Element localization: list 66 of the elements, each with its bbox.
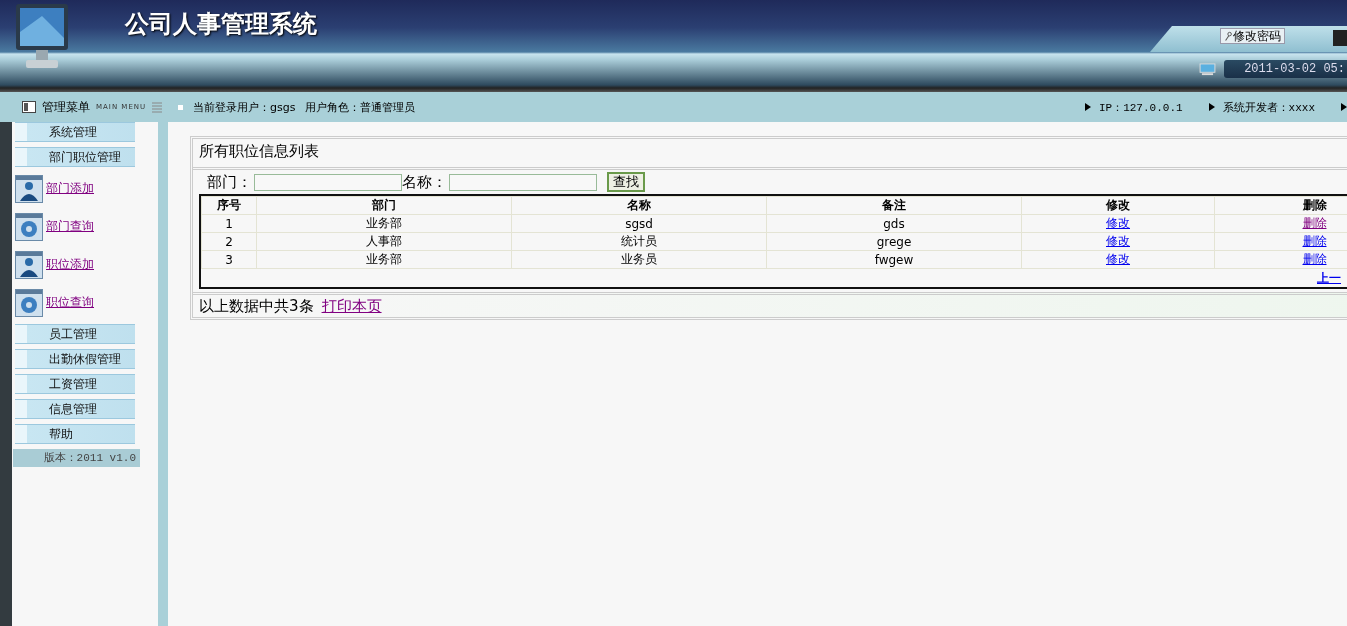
current-user: 当前登录用户：gsgs: [193, 99, 296, 115]
person-icon: [15, 250, 43, 279]
delete-link[interactable]: 删除: [1302, 216, 1327, 230]
search-field[interactable]: [449, 173, 597, 191]
key-icon: [1224, 30, 1232, 42]
search-label: 名称：: [402, 172, 447, 192]
menu-group[interactable]: 帮助: [15, 424, 135, 444]
table-cell: 1: [201, 214, 257, 233]
gear-icon: [15, 212, 43, 241]
gear-icon: [15, 288, 43, 317]
edit-link[interactable]: 修改: [1106, 234, 1130, 248]
column-header: 部门: [256, 196, 512, 215]
menu-group[interactable]: 员工管理: [15, 324, 135, 344]
logout-button[interactable]: [1333, 30, 1347, 46]
menu-link[interactable]: 部门查询: [46, 218, 94, 235]
datetime-display: 2011-03-02 05:: [1224, 60, 1347, 78]
column-header: 删除: [1214, 196, 1347, 215]
system-title: 公司人事管理系统: [125, 9, 317, 40]
edit-link[interactable]: 修改: [1106, 252, 1130, 266]
table-cell: 业务员: [511, 250, 767, 269]
change-password-button[interactable]: 修改密码: [1220, 28, 1285, 44]
search-button[interactable]: 查找: [607, 172, 645, 192]
column-header: 修改: [1021, 196, 1215, 215]
ip-address: IP：127.0.0.1: [1098, 100, 1183, 115]
table-cell: 统计员: [511, 232, 767, 251]
panel-title: 所有职位信息列表: [193, 139, 1347, 170]
lines-icon: [152, 101, 163, 113]
search-field[interactable]: [254, 173, 402, 191]
table-cell: sgsd: [511, 214, 767, 233]
table-cell: fwgew: [766, 250, 1022, 269]
person-icon: [15, 174, 43, 203]
menu-link[interactable]: 职位查询: [46, 294, 94, 311]
delete-link[interactable]: 删除: [1302, 252, 1327, 266]
computer-icon: [1199, 62, 1217, 76]
menu-group[interactable]: 系统管理: [15, 122, 135, 142]
menu-title: 管理菜单: [42, 98, 90, 116]
menu-link[interactable]: 部门添加: [46, 180, 94, 197]
table-cell: 业务部: [256, 214, 512, 233]
record-count: 以上数据中共3条: [199, 296, 314, 316]
developer: 系统开发者：xxxx: [1222, 100, 1315, 115]
menu-group[interactable]: 信息管理: [15, 399, 135, 419]
edit-link[interactable]: 修改: [1106, 216, 1130, 230]
bullet-icon: [178, 104, 183, 110]
table-cell: 2: [201, 232, 257, 251]
triangle-icon: [1084, 103, 1091, 111]
menu-group[interactable]: 部门职位管理: [15, 147, 135, 167]
search-label: 部门：: [207, 172, 252, 192]
column-header: 序号: [201, 196, 257, 215]
column-header: 备注: [766, 196, 1022, 215]
table-cell: gds: [766, 214, 1022, 233]
menu-group[interactable]: 出勤休假管理: [15, 349, 135, 369]
table-cell: grege: [766, 232, 1022, 251]
delete-link[interactable]: 删除: [1302, 234, 1327, 248]
print-link[interactable]: 打印本页: [321, 296, 382, 316]
version-label: 版本：2011 v1.0: [13, 449, 140, 467]
table-cell: 3: [201, 250, 257, 269]
triangle-icon: [1341, 103, 1347, 111]
column-header: 名称: [511, 196, 767, 215]
triangle-icon: [1208, 103, 1215, 111]
menu-group[interactable]: 工资管理: [15, 374, 135, 394]
table-cell: 人事部: [256, 232, 512, 251]
user-role: 用户角色：普通管理员: [305, 99, 416, 115]
table-cell: 业务部: [256, 250, 512, 269]
previous-page-link[interactable]: 上一: [1317, 271, 1341, 285]
menu-panel-icon: [22, 101, 36, 113]
menu-link[interactable]: 职位添加: [46, 256, 94, 273]
